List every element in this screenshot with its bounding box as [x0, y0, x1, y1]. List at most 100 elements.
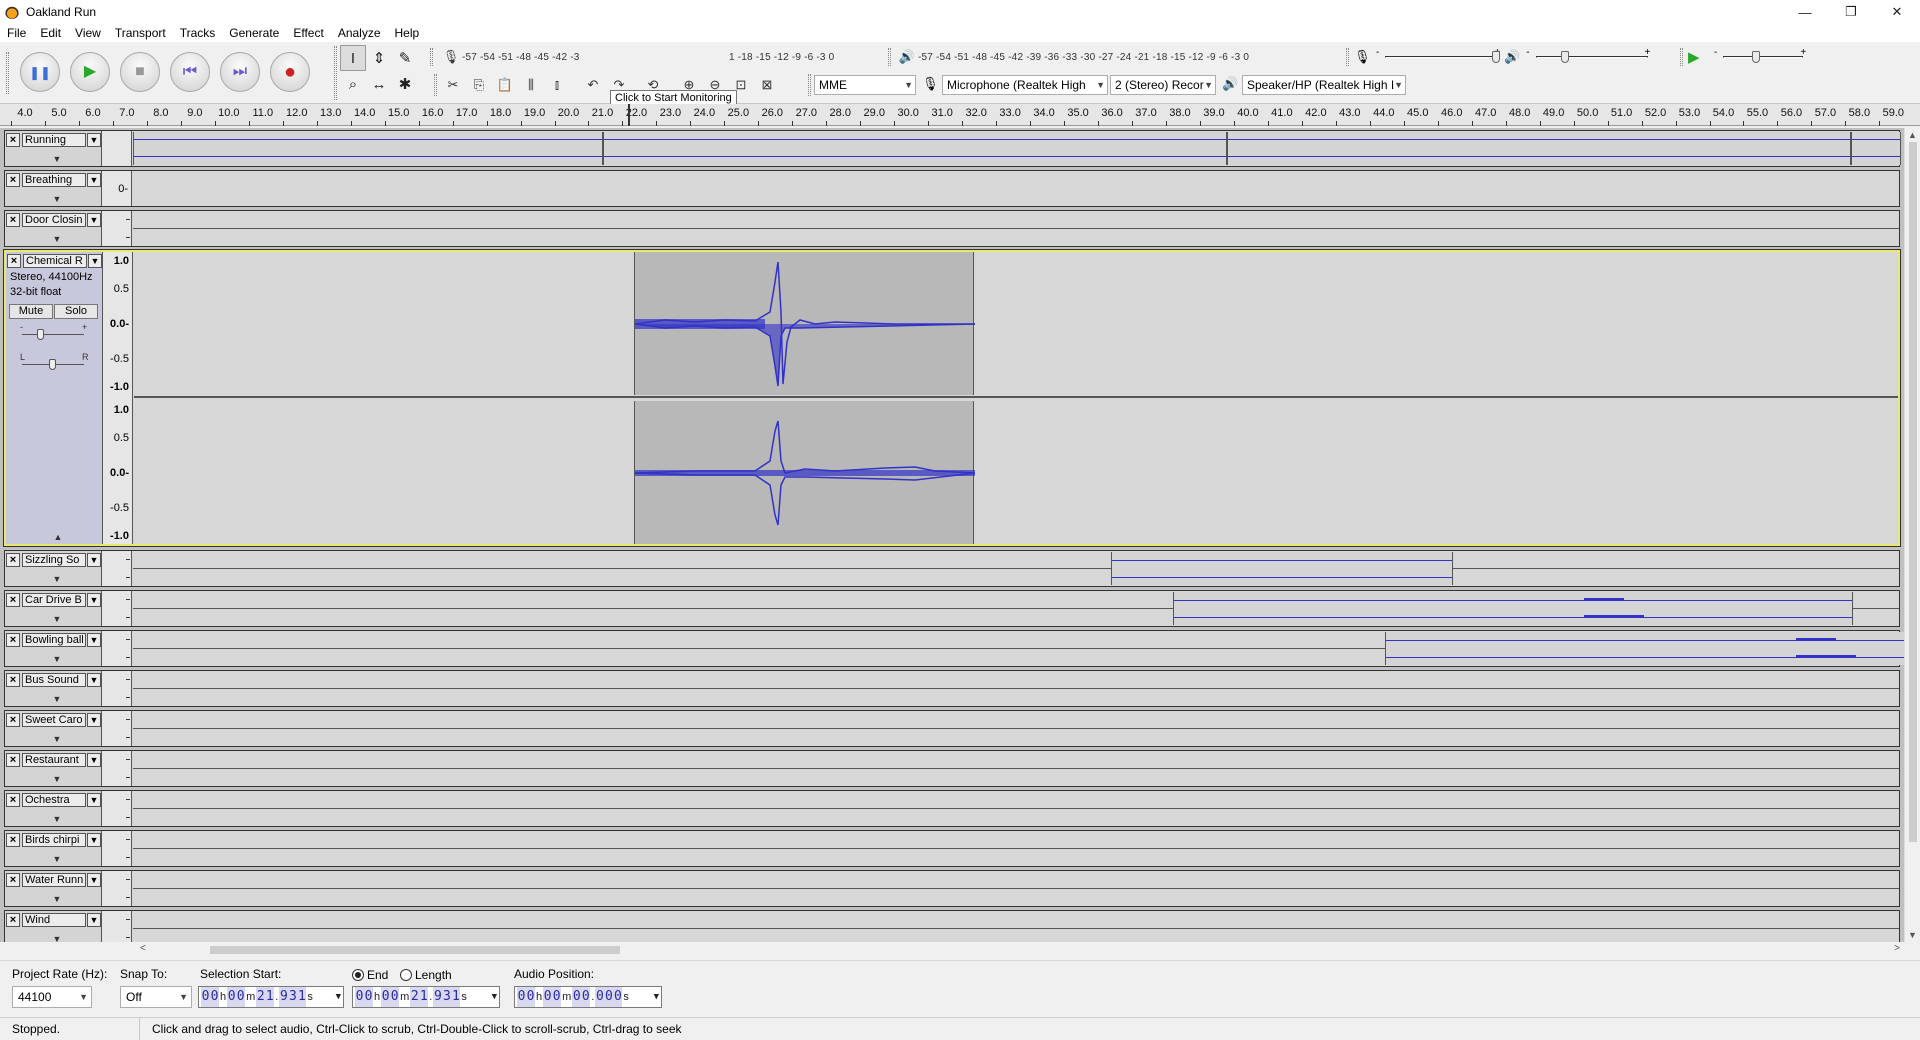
time-digit[interactable]: 1 [451, 987, 461, 1007]
track-menu-button[interactable]: ▼ [87, 133, 101, 147]
track-menu-button[interactable]: ▼ [87, 873, 101, 887]
time-digit[interactable]: 0 [201, 987, 210, 1007]
track-door-closing[interactable]: × Door Closin ▼ ▼ [4, 210, 1900, 247]
audio-position-time[interactable]: 00 h 00 m 00. 000 s ▼ [514, 986, 662, 1008]
time-digit[interactable]: 0 [227, 987, 237, 1007]
close-track-button[interactable]: × [6, 753, 20, 767]
track-name-button[interactable]: Birds chirpi [22, 833, 86, 847]
pause-button[interactable]: ❚❚ [20, 52, 60, 92]
record-button[interactable]: ● [270, 52, 310, 92]
scroll-up-icon[interactable]: ▲ [1908, 130, 1917, 140]
close-track-button[interactable]: × [6, 133, 20, 147]
track-waveform[interactable] [134, 252, 1898, 544]
track-waveform[interactable] [133, 631, 1904, 666]
track-waveform[interactable] [133, 871, 1899, 906]
track-restaurant[interactable]: × Restaurant ▼ ▼ [4, 750, 1900, 787]
track-name-button[interactable]: Bowling ball [22, 633, 86, 647]
pan-thumb[interactable] [49, 359, 56, 370]
track-name-button[interactable]: Door Closin [22, 213, 86, 227]
close-track-button[interactable]: × [6, 793, 20, 807]
time-digit[interactable]: 3 [288, 987, 298, 1007]
track-menu-button[interactable]: ▼ [87, 213, 101, 227]
envelope-tool-button[interactable]: ⇕ [366, 45, 392, 71]
track-breathing[interactable]: × Breathing ▼ ▼ 0- [4, 170, 1900, 207]
time-shift-tool-button[interactable]: ↔ [366, 71, 392, 97]
time-digit[interactable]: 0 [210, 987, 219, 1007]
collapse-track-button[interactable]: ▼ [42, 154, 72, 164]
end-radio[interactable]: End [352, 968, 388, 982]
redo-button[interactable]: ↷ [606, 73, 632, 97]
close-track-button[interactable]: × [6, 593, 20, 607]
time-digit[interactable]: 0 [604, 987, 614, 1007]
track-menu-button[interactable]: ▼ [87, 753, 101, 767]
close-track-button[interactable]: × [6, 213, 20, 227]
trim-button[interactable]: ⫼ [518, 73, 544, 97]
track-menu-button[interactable]: ▼ [87, 913, 101, 927]
multi-tool-button[interactable]: ✱ [392, 71, 418, 97]
track-name-button[interactable]: Restaurant [22, 753, 86, 767]
menu-effect[interactable]: Effect [286, 26, 330, 40]
track-sizzling-sound[interactable]: × Sizzling So ▼ ▼ [4, 550, 1900, 587]
time-digit[interactable]: 1 [419, 987, 429, 1007]
time-digit[interactable]: 1 [297, 987, 307, 1007]
menu-view[interactable]: View [68, 26, 108, 40]
time-digit[interactable]: 9 [279, 987, 289, 1007]
track-waveform[interactable] [133, 911, 1899, 942]
track-name-button[interactable]: Sizzling So [22, 553, 86, 567]
time-digit[interactable]: 0 [543, 987, 553, 1007]
audio-clip[interactable] [133, 132, 603, 165]
time-digit[interactable]: 0 [364, 987, 373, 1007]
track-menu-button[interactable]: ▼ [87, 673, 101, 687]
track-name-button[interactable]: Breathing [22, 173, 86, 187]
track-menu-button[interactable]: ▼ [87, 833, 101, 847]
menu-tracks[interactable]: Tracks [173, 26, 223, 40]
stop-button[interactable]: ■ [120, 52, 160, 92]
toolbar-grip[interactable] [6, 52, 9, 94]
audio-host-select[interactable]: MME ▼ [814, 75, 916, 95]
toolbar-grip[interactable] [888, 48, 891, 66]
track-menu-button[interactable]: ▼ [87, 593, 101, 607]
time-digit[interactable]: 3 [442, 987, 452, 1007]
track-orchestra[interactable]: × Ochestra ▼ ▼ [4, 790, 1900, 827]
close-track-button[interactable]: × [6, 633, 20, 647]
close-track-button[interactable]: × [7, 254, 21, 268]
audio-clip-left[interactable] [634, 252, 975, 395]
toolbar-grip[interactable] [808, 74, 811, 96]
mute-button[interactable]: Mute [9, 304, 53, 319]
snap-to-select[interactable]: Off ▼ [120, 986, 192, 1008]
time-digit[interactable]: 0 [581, 987, 591, 1007]
close-track-button[interactable]: × [6, 873, 20, 887]
time-digit[interactable]: 0 [355, 987, 364, 1007]
recording-channels-select[interactable]: 2 (Stereo) Recor ▼ [1110, 75, 1216, 95]
collapse-track-button[interactable]: ▲ [43, 532, 73, 542]
track-waveform[interactable] [133, 791, 1899, 826]
menu-help[interactable]: Help [388, 26, 427, 40]
close-track-button[interactable]: × [6, 913, 20, 927]
collapse-track-button[interactable]: ▼ [42, 734, 72, 744]
end-radio-dot[interactable] [352, 969, 364, 981]
silence-button[interactable]: ⫾ [544, 73, 570, 97]
scroll-left-icon[interactable]: < [140, 943, 146, 954]
selection-tool-button[interactable]: I [340, 45, 366, 71]
scroll-down-icon[interactable]: ▼ [1908, 930, 1917, 940]
menu-file[interactable]: File [0, 26, 33, 40]
track-waveform[interactable] [133, 211, 1899, 246]
audio-clip-right[interactable] [634, 401, 975, 544]
sync-lock-button[interactable]: ⟲ [640, 73, 666, 97]
collapse-track-button[interactable]: ▼ [42, 194, 72, 204]
audio-clip[interactable] [1851, 132, 1901, 165]
track-menu-button[interactable]: ▼ [87, 553, 101, 567]
track-waveform[interactable] [133, 171, 1899, 206]
vertical-scroll-thumb[interactable] [1909, 142, 1917, 842]
audio-clip[interactable] [1385, 632, 1904, 665]
track-name-button[interactable]: Wind [22, 913, 86, 927]
gain-slider[interactable]: - + [20, 322, 90, 342]
time-digit[interactable]: 9 [433, 987, 443, 1007]
track-name-button[interactable]: Chemical R [23, 254, 87, 268]
track-waveform[interactable] [133, 671, 1899, 706]
menu-generate[interactable]: Generate [222, 26, 286, 40]
fit-selection-button[interactable]: ⊡ [728, 73, 754, 97]
audio-clip[interactable] [1227, 132, 1851, 165]
close-track-button[interactable]: × [6, 833, 20, 847]
collapse-track-button[interactable]: ▼ [42, 814, 72, 824]
